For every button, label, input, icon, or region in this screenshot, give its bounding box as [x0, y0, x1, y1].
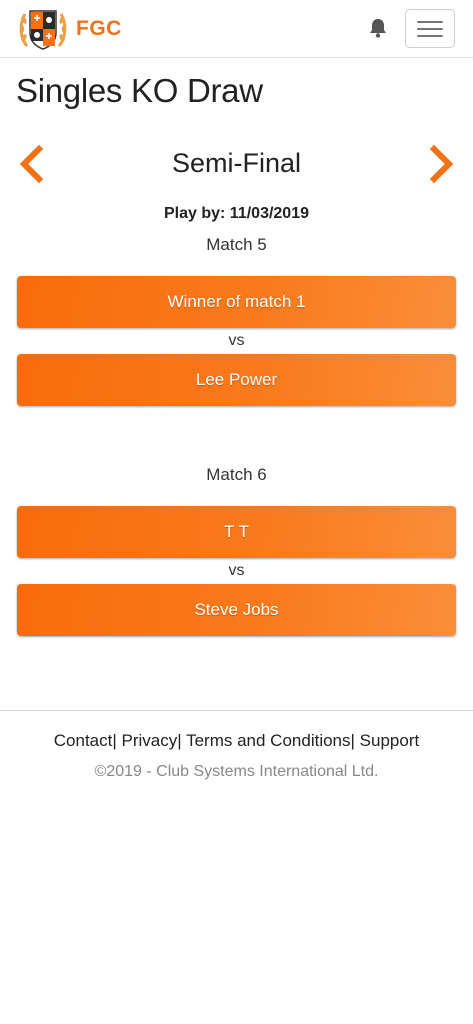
match-5-player-1-button[interactable]: Winner of match 1: [17, 276, 456, 328]
footer-separator: |: [350, 731, 355, 750]
menu-bar: [417, 27, 443, 30]
footer-link-contact[interactable]: Contact: [54, 731, 113, 750]
match-label: Match 6: [206, 465, 267, 484]
footer-separator: |: [112, 731, 117, 750]
top-navbar: FGC: [0, 0, 473, 58]
brand-name: FGC: [76, 17, 122, 40]
play-by-date: Play by: 11/03/2019: [164, 205, 309, 222]
round-title: Semi-Final: [171, 148, 302, 178]
footer: Contact| Privacy| Terms and Conditions| …: [0, 710, 473, 780]
match-label: Match 5: [206, 235, 267, 254]
club-crest-icon: [19, 10, 67, 50]
vs-label: vs: [228, 562, 245, 579]
footer-links: Contact| Privacy| Terms and Conditions| …: [0, 731, 473, 751]
footer-link-support[interactable]: Support: [360, 731, 420, 750]
menu-bar: [417, 34, 443, 37]
match-5-player-2-button[interactable]: Lee Power: [17, 354, 456, 406]
footer-separator: |: [177, 731, 182, 750]
copyright-text: ©2019 - Club Systems International Ltd.: [94, 763, 379, 780]
chevron-right-icon[interactable]: [427, 144, 457, 184]
bell-icon[interactable]: [367, 17, 389, 39]
page-title: Singles KO Draw: [16, 72, 263, 109]
footer-link-terms[interactable]: Terms and Conditions: [186, 731, 350, 750]
vs-label: vs: [228, 332, 245, 349]
match-6-player-1-button[interactable]: T T: [17, 506, 456, 558]
menu-bar: [417, 20, 443, 23]
brand[interactable]: FGC: [18, 6, 122, 52]
round-navigator: Semi-Final: [0, 140, 473, 188]
match-6-player-2-button[interactable]: Steve Jobs: [17, 584, 456, 636]
hamburger-menu-button[interactable]: [405, 9, 455, 48]
footer-link-privacy[interactable]: Privacy: [122, 731, 178, 750]
